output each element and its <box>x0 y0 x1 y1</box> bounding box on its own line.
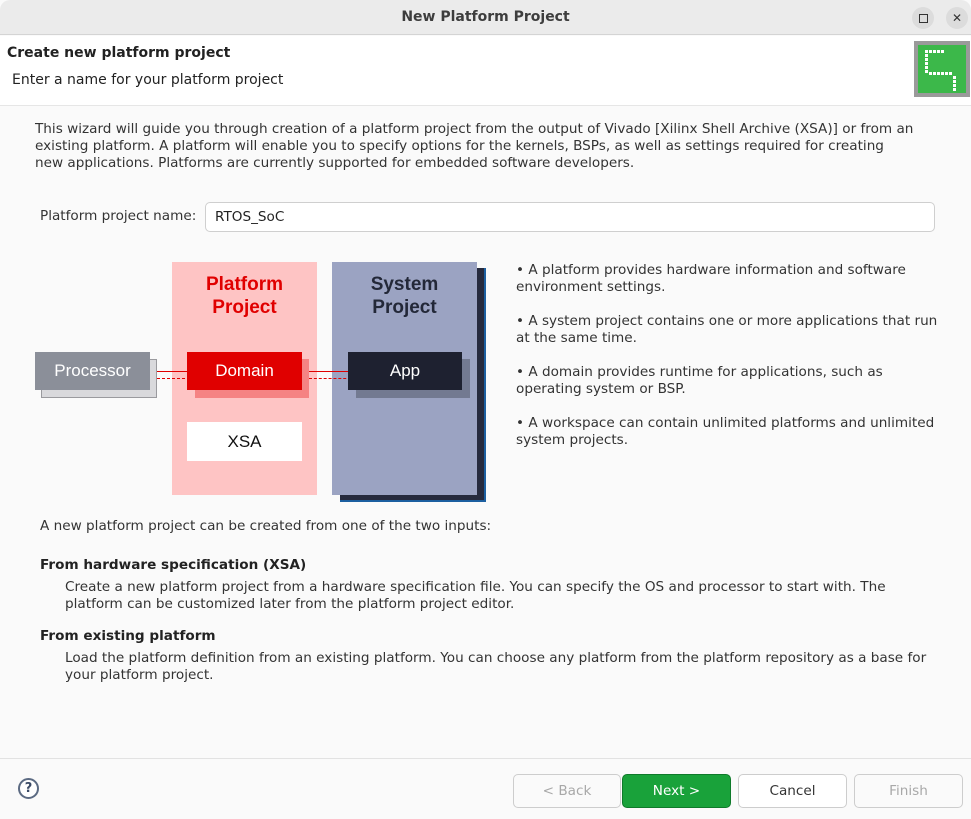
platform-project-title: Platform Project <box>172 273 317 319</box>
maximize-icon <box>918 13 928 23</box>
window-titlebar: New Platform Project ✕ <box>0 0 971 35</box>
platform-name-input[interactable] <box>205 202 935 232</box>
option-title-existing: From existing platform <box>40 628 216 644</box>
bullet-item: • A platform provides hardware informati… <box>516 262 906 295</box>
platform-name-label: Platform project name: <box>40 208 197 224</box>
window-title: New Platform Project <box>401 9 570 25</box>
info-bullets: • A platform provides hardware informati… <box>516 262 946 466</box>
bullet-item: • A domain provides runtime for applicat… <box>516 364 883 397</box>
close-icon: ✕ <box>951 11 963 25</box>
option-desc-xsa: Create a new platform project from a har… <box>65 579 886 612</box>
back-button[interactable]: < Back <box>513 774 621 808</box>
finish-button[interactable]: Finish <box>854 774 963 808</box>
platform-title-line1: Platform <box>205 274 284 295</box>
platform-title-line2: Project <box>212 297 277 318</box>
close-button[interactable]: ✕ <box>946 7 968 29</box>
wizard-description: This wizard will guide you through creat… <box>35 121 914 171</box>
wizard-header: Create new platform project Enter a name… <box>0 36 971 106</box>
option-title-xsa: From hardware specification (XSA) <box>40 557 307 573</box>
cancel-button[interactable]: Cancel <box>738 774 847 808</box>
wizard-subtitle: Enter a name for your platform project <box>12 72 284 88</box>
system-project-title: System Project <box>332 273 477 319</box>
wizard-title: Create new platform project <box>7 45 231 61</box>
system-title-line2: Project <box>372 297 437 318</box>
maximize-button[interactable] <box>912 7 934 29</box>
system-title-line1: System <box>370 274 439 295</box>
next-button[interactable]: Next > <box>622 774 731 808</box>
options-intro: A new platform project can be created fr… <box>40 518 492 534</box>
processor-block: Processor <box>35 352 150 390</box>
domain-block: Domain <box>187 352 302 390</box>
xsa-block: XSA <box>187 422 302 461</box>
platform-wizard-icon <box>914 41 970 97</box>
help-icon[interactable]: ? <box>18 778 39 799</box>
bullet-item: • A system project contains one or more … <box>516 313 938 346</box>
option-desc-existing: Load the platform definition from an exi… <box>65 650 927 683</box>
app-block: App <box>348 352 462 390</box>
bullet-item: • A workspace can contain unlimited plat… <box>516 415 935 448</box>
footer-divider <box>0 758 971 759</box>
